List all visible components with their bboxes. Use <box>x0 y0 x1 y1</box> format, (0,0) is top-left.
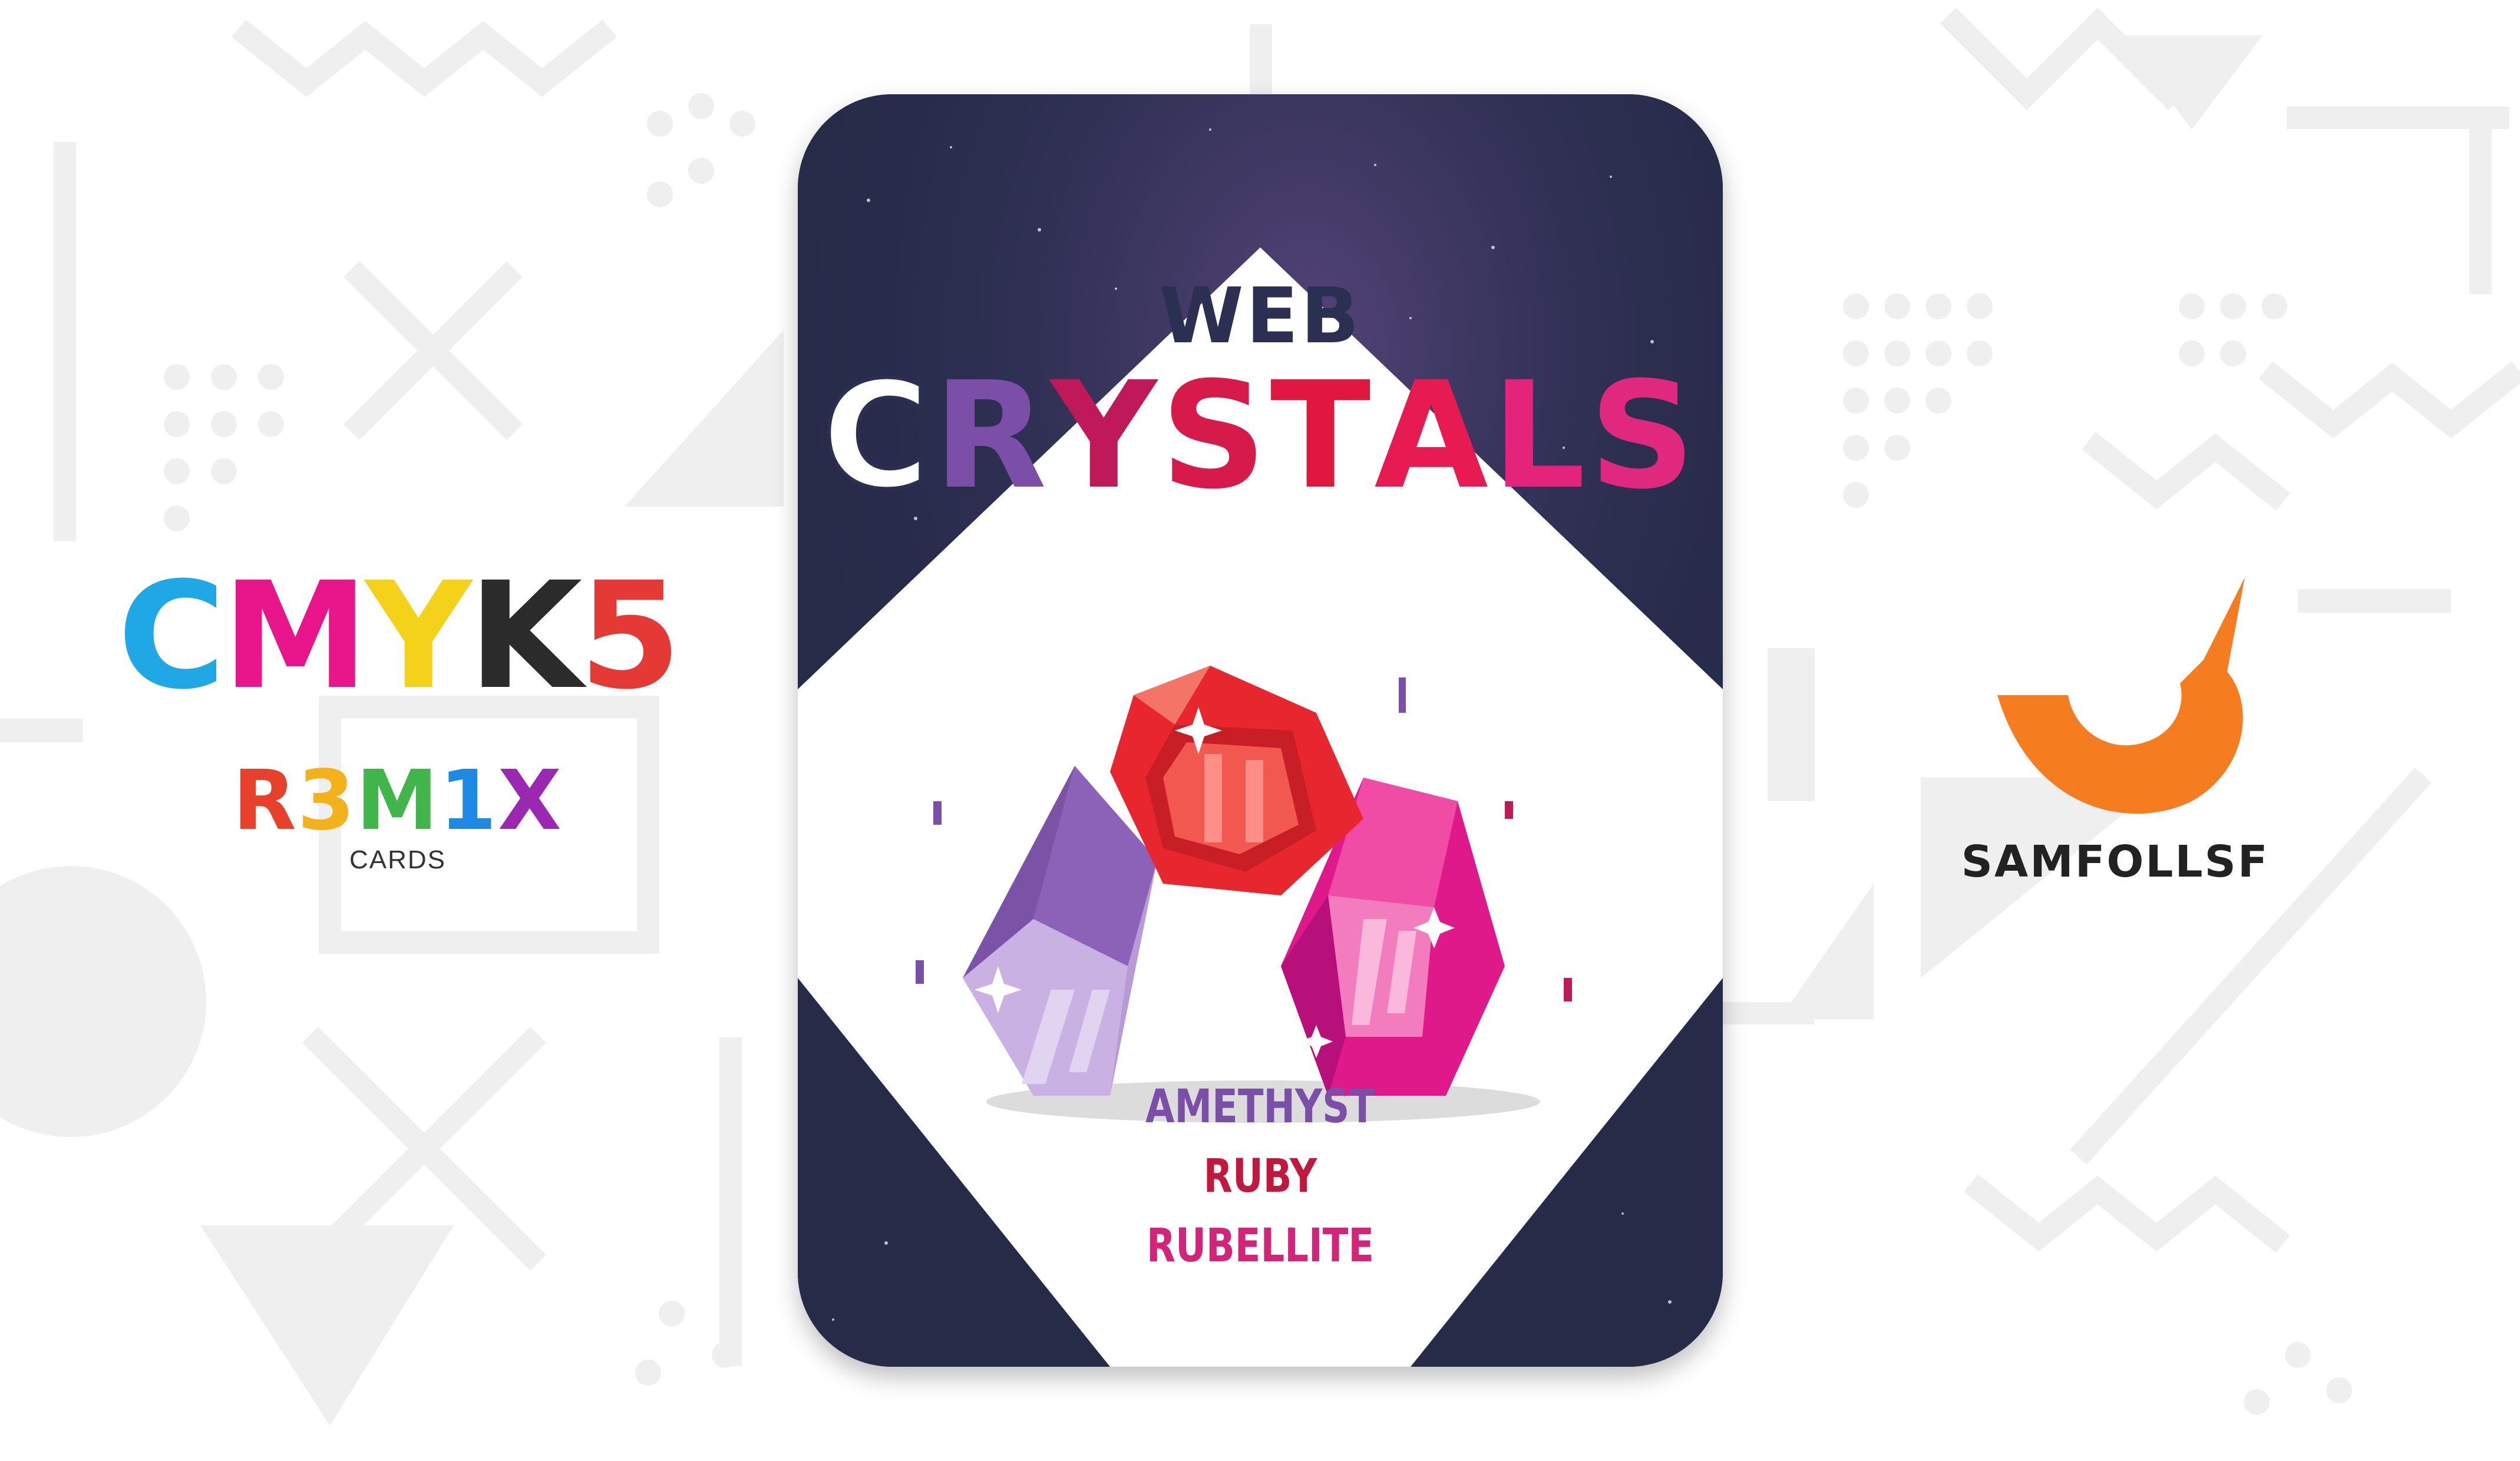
crystal-card: WEB CRYSTALS AMETHYST RUBY RUBELLITE <box>798 94 1723 1367</box>
card-title-crystals: CRYSTALS <box>798 350 1723 521</box>
gem-name-rubellite: RUBELLITE <box>1146 1219 1375 1272</box>
title-letter: A <box>1374 350 1492 521</box>
card-title-web: WEB <box>1159 271 1362 361</box>
logo-letter: 5 <box>579 550 682 722</box>
gem-name-list: AMETHYST RUBY RUBELLITE <box>881 1072 1639 1281</box>
gem-illustration <box>916 666 1572 1123</box>
title-letter: S <box>1160 350 1270 521</box>
samfollsf-wordmark: SAMFOLLSF <box>1961 837 2270 887</box>
remix-letter: 3 <box>297 753 356 849</box>
amethyst-gem <box>963 766 1157 1096</box>
logo-letter: K <box>468 550 583 722</box>
title-letter: T <box>1270 350 1375 521</box>
flame-hook-icon <box>1997 577 2245 814</box>
gem-name-ruby: RUBY <box>1203 1150 1317 1203</box>
samfollsf-logo: SAMFOLLSF <box>1938 577 2292 907</box>
remix-letter: M <box>356 753 440 849</box>
title-letter: S <box>1589 350 1699 521</box>
title-letter: Y <box>1050 350 1161 521</box>
gem-name-amethyst: AMETHYST <box>1145 1080 1376 1133</box>
title-letter: C <box>820 350 934 521</box>
remix-letter: X <box>498 753 563 849</box>
cards-label: CARDS <box>349 845 447 874</box>
title-letter: L <box>1491 350 1590 521</box>
cmyk5-remix-logo: C M Y K 5 R 3 M 1 X CARDS <box>88 550 707 895</box>
remix-letter: 1 <box>439 753 498 849</box>
cmyk5-wordmark: C M Y K 5 <box>88 550 707 722</box>
remix-letter: R <box>233 753 298 849</box>
logo-letter: C <box>117 550 226 722</box>
remix-wordmark: R 3 M 1 X <box>88 760 707 842</box>
title-letter: R <box>933 350 1051 521</box>
logo-letter: M <box>222 550 369 722</box>
logo-letter: Y <box>365 550 472 722</box>
